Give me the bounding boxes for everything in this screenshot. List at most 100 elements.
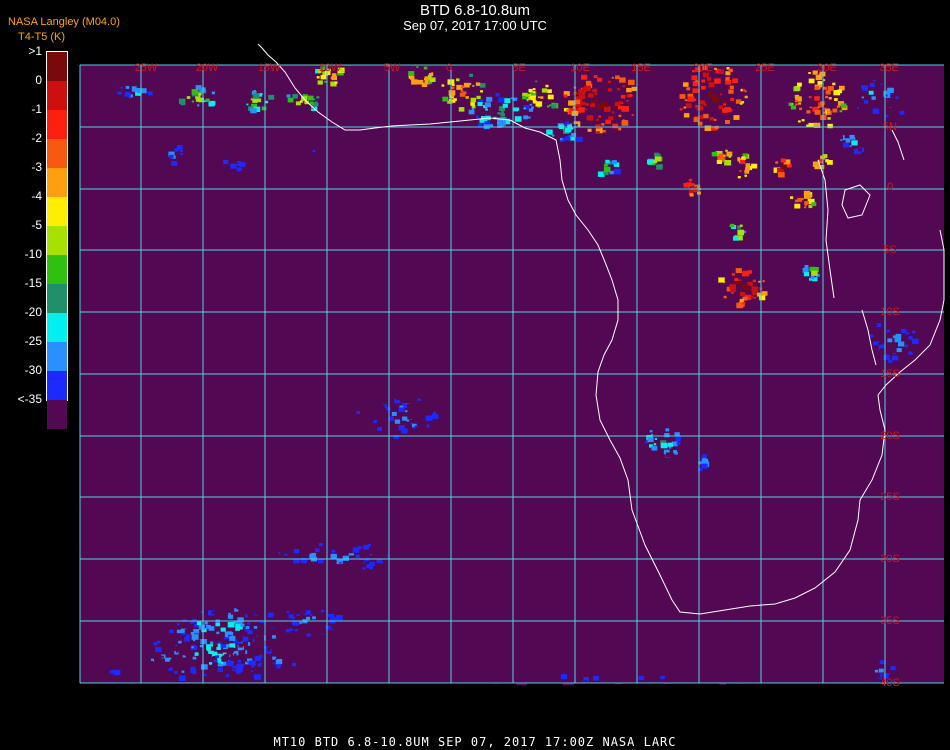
- cloud-pixel: [808, 72, 811, 74]
- cloud-pixel: [278, 552, 281, 554]
- cloud-pixel: [892, 356, 899, 361]
- cloud-pixel: [469, 73, 473, 77]
- cloud-pixel: [175, 644, 178, 647]
- cloud-pixel: [218, 641, 221, 644]
- cloud-pixel: [317, 611, 321, 614]
- cloud-pixel: [165, 665, 170, 669]
- cloud-pixel: [254, 674, 261, 680]
- cloud-pixel: [425, 433, 429, 436]
- cloud-pixel: [507, 669, 513, 674]
- cloud-pixel: [808, 122, 814, 128]
- cloud-pixel: [194, 652, 199, 656]
- cloud-pixel: [532, 88, 536, 91]
- cloud-pixel: [747, 673, 752, 678]
- cloud-pixel: [713, 97, 716, 100]
- cloud-pixel: [871, 96, 876, 100]
- cloud-pixel: [173, 656, 178, 660]
- cloud-pixel: [724, 160, 732, 166]
- cloud-pixel: [316, 76, 320, 79]
- latitude-label: 35S: [880, 615, 900, 627]
- cloud-pixel: [687, 186, 690, 188]
- cloud-pixel: [744, 90, 747, 93]
- cloud-pixel: [180, 153, 183, 156]
- cloud-pixel: [339, 561, 342, 564]
- cloud-pixel: [603, 106, 611, 112]
- cloud-pixel: [332, 626, 338, 630]
- cloud-pixel: [257, 610, 263, 615]
- cloud-pixel: [827, 117, 831, 120]
- cloud-pixel: [297, 543, 304, 548]
- cloud-pixel: [277, 651, 280, 654]
- cloud-pixel: [587, 128, 592, 132]
- cloud-pixel: [888, 359, 893, 364]
- cloud-pixel: [615, 75, 620, 80]
- cloud-pixel: [581, 87, 585, 90]
- cloud-pixel: [257, 669, 261, 673]
- cloud-pixel: [823, 86, 827, 90]
- cloud-pixel: [292, 95, 297, 98]
- cloud-pixel: [340, 610, 344, 614]
- cloud-pixel: [761, 291, 768, 296]
- cloud-pixel: [309, 152, 312, 155]
- cloud-pixel: [564, 127, 571, 133]
- cloud-pixel: [407, 553, 413, 558]
- cloud-pixel: [611, 160, 617, 165]
- cloud-pixel: [367, 544, 371, 547]
- cloud-pixel: [304, 565, 308, 568]
- cloud-pixel: [296, 607, 302, 612]
- cloud-pixel: [339, 604, 343, 607]
- cloud-pixel: [879, 660, 885, 665]
- cloud-pixel: [267, 622, 275, 628]
- cloud-pixel: [872, 108, 880, 114]
- longitude-label: 25E: [755, 62, 775, 74]
- cloud-pixel: [191, 678, 196, 682]
- cloud-pixel: [718, 153, 724, 158]
- cloud-pixel: [580, 96, 584, 99]
- cloud-pixel: [247, 622, 251, 625]
- cloud-pixel: [292, 602, 295, 604]
- cloud-pixel: [366, 412, 371, 416]
- cloud-pixel: [292, 637, 297, 642]
- cloud-pixel: [367, 416, 370, 419]
- cloud-pixel: [611, 111, 615, 114]
- cloud-pixel: [887, 87, 894, 93]
- cloud-pixel: [228, 634, 231, 637]
- cloud-pixel: [528, 108, 534, 112]
- cloud-pixel: [864, 344, 868, 347]
- cloud-pixel: [722, 678, 727, 682]
- cloud-pixel: [665, 428, 670, 432]
- cloud-pixel: [899, 357, 905, 362]
- cloud-pixel: [832, 108, 838, 113]
- cloud-pixel: [315, 649, 319, 652]
- cloud-pixel: [477, 102, 483, 107]
- cloud-pixel: [200, 639, 207, 645]
- cloud-pixel: [742, 302, 746, 305]
- cloud-pixel: [870, 118, 878, 124]
- cloud-pixel: [236, 167, 242, 172]
- cloud-pixel: [505, 120, 511, 125]
- cloud-pixel: [227, 622, 235, 628]
- cloud-pixel: [781, 164, 788, 170]
- cloud-pixel: [426, 397, 433, 403]
- cloud-pixel: [135, 666, 140, 670]
- latitude-label: 20S: [880, 430, 900, 442]
- cloud-pixel: [438, 397, 442, 400]
- cloud-pixel: [211, 611, 216, 614]
- cloud-pixel: [547, 89, 552, 93]
- cloud-pixel: [382, 430, 388, 435]
- cloud-pixel: [797, 82, 802, 87]
- cloud-pixel: [109, 670, 114, 674]
- latitude-label: 5N: [883, 121, 897, 133]
- cloud-pixel: [588, 93, 594, 98]
- cloud-pixel: [731, 273, 735, 276]
- cloud-pixel: [883, 354, 890, 361]
- cloud-pixel: [461, 85, 465, 89]
- cloud-pixel: [405, 410, 408, 413]
- cloud-pixel: [741, 156, 745, 160]
- cloud-pixel: [551, 134, 555, 137]
- cloud-pixel: [895, 333, 902, 339]
- cloud-pixel: [876, 114, 882, 118]
- cloud-pixel: [651, 445, 658, 451]
- cloud-pixel: [379, 545, 383, 549]
- cloud-pixel: [358, 414, 363, 418]
